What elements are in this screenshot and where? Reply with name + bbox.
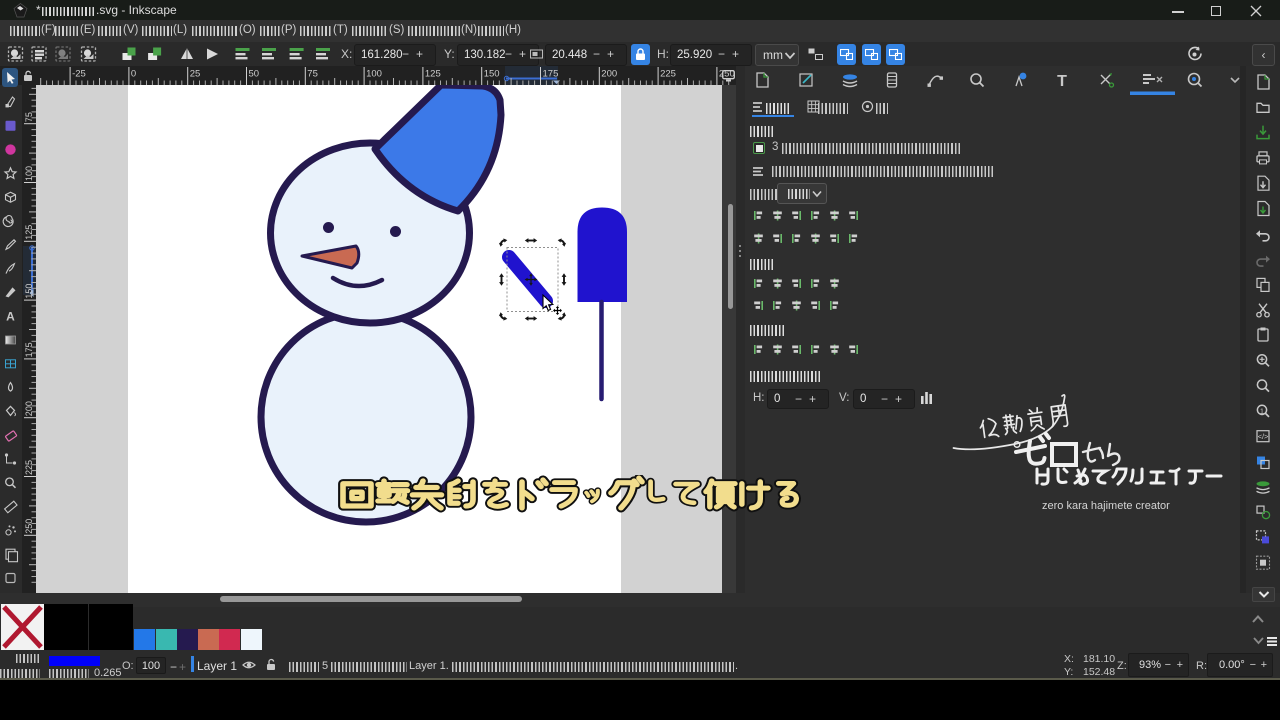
svg-text:0: 0: [131, 69, 136, 80]
svg-text:150: 150: [24, 284, 34, 299]
svg-text:125: 125: [425, 69, 441, 80]
svg-text:175: 175: [543, 69, 559, 80]
svg-text:100: 100: [366, 69, 382, 80]
svg-text:250: 250: [24, 519, 34, 534]
svg-text:zero kara hajimete creator: zero kara hajimete creator: [1042, 500, 1170, 512]
svg-text:125: 125: [24, 225, 34, 240]
svg-text:A: A: [6, 310, 15, 324]
svg-text:200: 200: [601, 69, 617, 80]
svg-text:75: 75: [307, 69, 318, 80]
svg-text:</>: </>: [1258, 432, 1269, 441]
svg-text:175: 175: [24, 342, 34, 357]
svg-text:75: 75: [24, 112, 34, 122]
svg-text:225: 225: [24, 460, 34, 475]
svg-text:50: 50: [249, 69, 260, 80]
svg-text:-25: -25: [72, 69, 86, 80]
svg-text:25: 25: [190, 69, 201, 80]
svg-text:150: 150: [484, 69, 500, 80]
svg-text:200: 200: [24, 401, 34, 416]
svg-text:100: 100: [24, 166, 34, 181]
svg-text:225: 225: [660, 69, 676, 80]
svg-text:1: 1: [1260, 408, 1264, 415]
